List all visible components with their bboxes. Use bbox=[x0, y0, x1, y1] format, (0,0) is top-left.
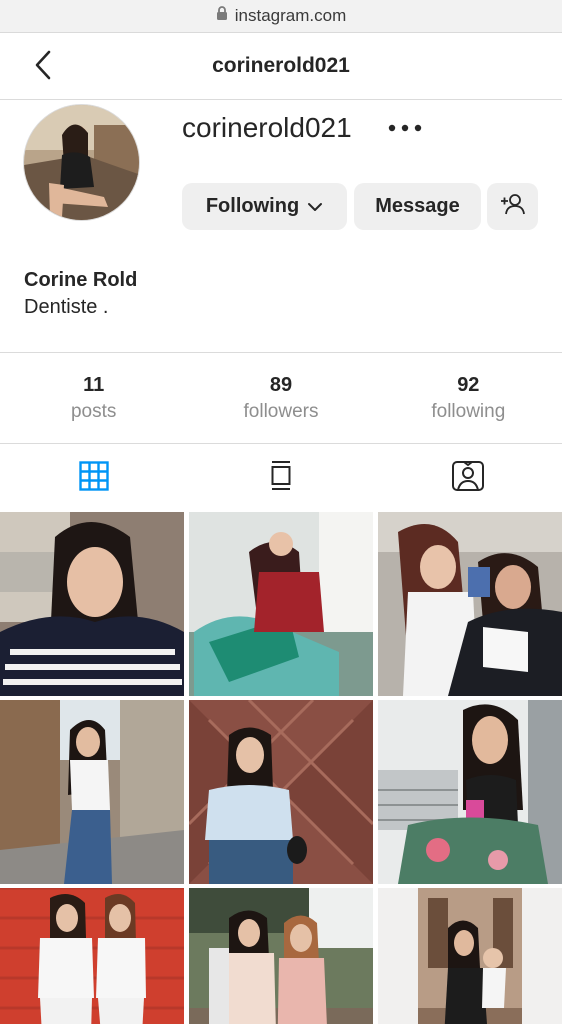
feed-icon bbox=[269, 460, 293, 497]
stat-followers-count: 89 bbox=[269, 373, 293, 396]
profile-username: corinerold021 bbox=[182, 112, 352, 143]
post-thumbnail[interactable] bbox=[378, 512, 562, 696]
profile-bio: Dentiste . bbox=[24, 296, 109, 318]
post-thumbnail[interactable] bbox=[189, 512, 373, 696]
more-options-button[interactable] bbox=[386, 114, 424, 142]
browser-url-bar[interactable]: instagram.com bbox=[0, 0, 562, 33]
tab-feed[interactable] bbox=[187, 444, 374, 512]
post-thumbnail[interactable] bbox=[189, 700, 373, 884]
tagged-icon bbox=[451, 460, 485, 497]
chevron-down-icon bbox=[307, 195, 323, 218]
post-thumbnail[interactable] bbox=[189, 888, 373, 1024]
stat-posts-count: 11 bbox=[83, 373, 105, 396]
header-title: corinerold021 bbox=[212, 54, 350, 77]
post-thumbnail[interactable] bbox=[0, 700, 184, 884]
post-thumbnail[interactable] bbox=[0, 512, 184, 696]
stat-followers-label: followers bbox=[243, 400, 319, 422]
stat-posts: 11 posts bbox=[0, 353, 187, 443]
profile-stats: 11 posts 89 followers 92 following bbox=[0, 352, 562, 444]
stat-following-count: 92 bbox=[457, 373, 480, 396]
more-horizontal-icon bbox=[388, 119, 422, 137]
post-thumbnail[interactable] bbox=[0, 888, 184, 1024]
message-button[interactable]: Message bbox=[354, 183, 481, 230]
post-thumbnail[interactable] bbox=[378, 700, 562, 884]
following-label: Following bbox=[205, 195, 300, 217]
profile-full-name: Corine Rold bbox=[24, 269, 138, 291]
stat-following[interactable]: 92 following bbox=[375, 353, 562, 443]
following-button[interactable]: Following bbox=[182, 183, 347, 230]
posts-grid bbox=[0, 512, 562, 1024]
avatar[interactable] bbox=[23, 104, 140, 221]
chevron-left-icon bbox=[34, 50, 52, 85]
tab-tagged[interactable] bbox=[375, 444, 562, 512]
message-label: Message bbox=[375, 195, 460, 217]
add-person-icon bbox=[500, 193, 526, 221]
stat-posts-label: posts bbox=[70, 400, 117, 422]
tab-grid[interactable] bbox=[0, 444, 187, 512]
profile-header: corinerold021 bbox=[0, 33, 562, 100]
stat-following-label: following bbox=[431, 400, 506, 422]
post-thumbnail[interactable] bbox=[378, 888, 562, 1024]
url-text: instagram.com bbox=[234, 6, 347, 25]
profile-tabs bbox=[0, 444, 562, 512]
back-button[interactable] bbox=[28, 50, 58, 84]
stat-followers[interactable]: 89 followers bbox=[187, 353, 374, 443]
suggested-users-button[interactable] bbox=[487, 183, 538, 230]
lock-icon bbox=[216, 6, 228, 26]
grid-icon bbox=[78, 460, 109, 496]
